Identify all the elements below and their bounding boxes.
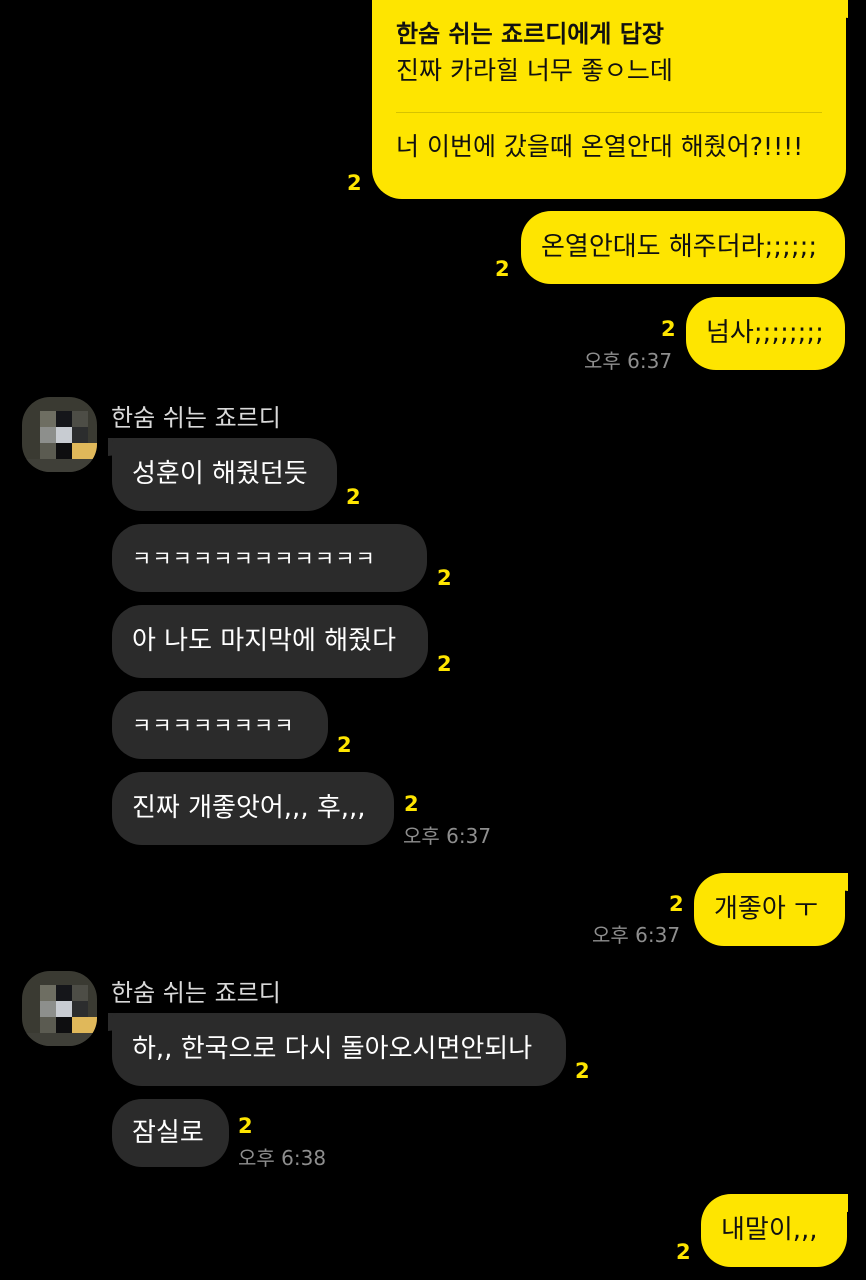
my-message-bubble[interactable]: 내말이,,, [701, 1194, 847, 1267]
unread-count: 2 [337, 733, 352, 757]
unread-count: 2 [495, 257, 510, 281]
message-text: ㅋㅋㅋㅋㅋㅋㅋㅋ [132, 714, 295, 738]
message-text: 개좋아 ㅜ [714, 894, 818, 924]
friend-message-bubble[interactable]: 진짜 개좋앗어,,, 후,,, [112, 772, 394, 845]
message-text: 넘사;;;;;;;; [706, 318, 824, 348]
friend-message-bubble[interactable]: 하,, 한국으로 다시 돌아오시면안되나 [112, 1013, 566, 1086]
message-text: 너 이번에 갔을때 온열안대 해줬어?!!!! [396, 132, 804, 161]
reply-quote: 진짜 카라힐 너무 좋ㅇ느데 [396, 56, 673, 85]
message-time: 오후 6:37 [592, 923, 681, 947]
message-text: 하,, 한국으로 다시 돌아오시면안되나 [132, 1034, 533, 1064]
unread-count: 2 [437, 566, 452, 590]
message-time: 오후 6:37 [584, 349, 673, 373]
unread-count: 2 [661, 317, 676, 341]
message-text: 진짜 개좋앗어,,, 후,,, [132, 793, 366, 823]
sender-name: 한숨 쉬는 죠르디 [111, 404, 281, 432]
unread-count: 2 [669, 892, 684, 916]
message-text: 잠실로 [132, 1118, 204, 1148]
message-text: 내말이,,, [721, 1215, 818, 1245]
unread-count: 2 [575, 1059, 590, 1083]
message-time: 오후 6:37 [403, 824, 492, 848]
message-text: 성훈이 해줬던듯 [132, 459, 308, 489]
unread-count: 2 [238, 1114, 253, 1138]
reply-title: 한숨 쉬는 죠르디에게 답장 [396, 20, 664, 48]
message-text: 온열안대도 해주더라;;;;;; [541, 232, 818, 262]
sender-name: 한숨 쉬는 죠르디 [111, 979, 281, 1007]
unread-count: 2 [346, 485, 361, 509]
message-time: 오후 6:38 [238, 1146, 327, 1170]
friend-message-bubble[interactable]: ㅋㅋㅋㅋㅋㅋㅋㅋ [112, 691, 328, 759]
my-message-bubble[interactable]: 온열안대도 해주더라;;;;;; [521, 211, 845, 284]
message-text: ㅋㅋㅋㅋㅋㅋㅋㅋㅋㅋㅋㅋ [132, 547, 376, 571]
sender-avatar[interactable] [22, 971, 97, 1046]
unread-count: 2 [404, 792, 419, 816]
my-message-bubble[interactable]: 개좋아 ㅜ [694, 873, 845, 946]
reply-divider [396, 112, 822, 113]
sender-avatar[interactable] [22, 397, 97, 472]
friend-message-bubble[interactable]: 성훈이 해줬던듯 [112, 438, 337, 511]
my-message-bubble[interactable]: 넘사;;;;;;;; [686, 297, 845, 370]
friend-message-bubble[interactable]: 아 나도 마지막에 해줬다 [112, 605, 428, 678]
unread-count: 2 [437, 652, 452, 676]
unread-count: 2 [347, 171, 362, 195]
friend-message-bubble[interactable]: ㅋㅋㅋㅋㅋㅋㅋㅋㅋㅋㅋㅋ [112, 524, 427, 592]
friend-message-bubble[interactable]: 잠실로 [112, 1099, 229, 1167]
my-reply-bubble[interactable]: 한숨 쉬는 죠르디에게 답장 진짜 카라힐 너무 좋ㅇ느데 너 이번에 갔을때 … [372, 0, 846, 199]
unread-count: 2 [676, 1240, 691, 1264]
message-text: 아 나도 마지막에 해줬다 [132, 626, 396, 656]
